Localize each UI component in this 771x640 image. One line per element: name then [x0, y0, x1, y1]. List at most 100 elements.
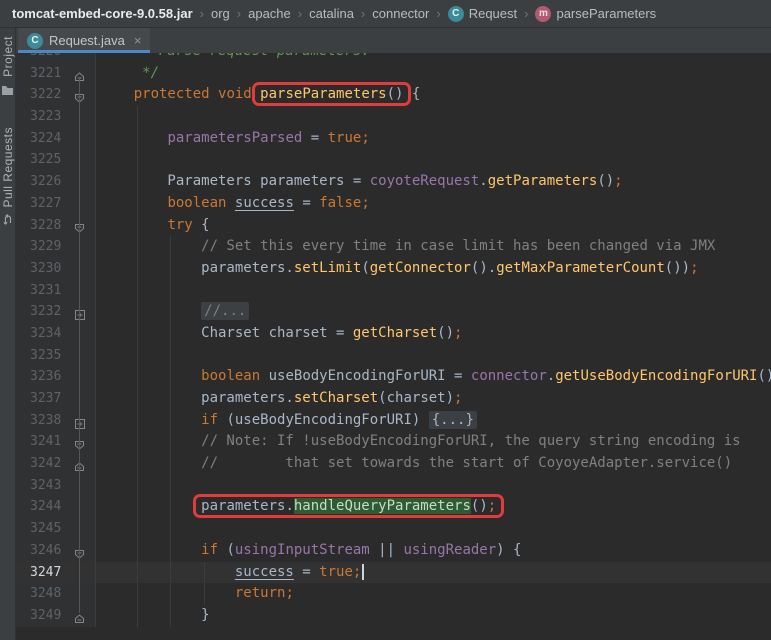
code-token: ;	[690, 259, 699, 276]
code-line-text[interactable]: success = true;	[96, 561, 771, 584]
code-line[interactable]: 3237 parameters.setCharset(charset);	[16, 388, 771, 410]
code-line[interactable]: 3228 try {	[16, 214, 771, 237]
line-number[interactable]: 3246	[16, 539, 68, 562]
line-number[interactable]: 3220	[16, 53, 68, 63]
code-line-text[interactable]: //...	[96, 301, 771, 323]
code-line-text[interactable]: return;	[96, 583, 771, 605]
code-line-text[interactable]: parametersParsed = true;	[96, 128, 771, 150]
code-line[interactable]: 3227 boolean success = false;	[16, 192, 771, 215]
breadcrumb: tomcat-embed-core-9.0.58.jar › org › apache ›…	[0, 0, 771, 28]
code-line[interactable]: 3230 parameters.setLimit(getConnector().…	[16, 257, 771, 280]
breadcrumb-item-parseparameters[interactable]: m parseParameters	[533, 5, 658, 22]
code-line[interactable]: 3231	[16, 279, 771, 302]
line-number[interactable]: 3242	[16, 453, 68, 475]
code-line-text[interactable]	[96, 345, 771, 367]
code-line-text[interactable]: boolean success = false;	[96, 193, 771, 215]
code-line[interactable]: 3222 protected void parseParameters() {	[16, 84, 771, 107]
code-line-text[interactable]: Charset charset = getCharset();	[96, 323, 771, 345]
code-line-text[interactable]: */	[96, 63, 771, 85]
code-line[interactable]: 3225	[16, 149, 771, 172]
breadcrumb-item-apache[interactable]: apache	[246, 6, 293, 21]
code-line-text[interactable]	[96, 280, 771, 302]
code-line[interactable]: 3223	[16, 106, 771, 128]
code-line[interactable]: 3249 }	[16, 604, 771, 627]
code-line-text[interactable]	[96, 106, 771, 128]
line-number[interactable]: 3223	[16, 106, 68, 128]
code-line[interactable]: 3243	[16, 474, 771, 497]
line-number[interactable]: 3234	[16, 322, 68, 345]
sidebar-item-project[interactable]: Project	[1, 36, 15, 101]
breadcrumb-item-org[interactable]: org	[209, 6, 232, 21]
line-number[interactable]: 3245	[16, 518, 68, 540]
code-line-text[interactable]: parameters.setCharset(charset);	[96, 388, 771, 410]
line-number[interactable]: 3247	[16, 561, 68, 584]
fold-end-icon[interactable]	[74, 610, 85, 632]
code-line-text[interactable]	[96, 149, 771, 171]
code-line[interactable]: 3221 */	[16, 62, 771, 85]
code-line-text[interactable]: boolean useBodyEncodingForURI = connecto…	[96, 366, 771, 388]
code-line[interactable]: 3229 // Set this every time in case limi…	[16, 236, 771, 258]
breadcrumb-item-request[interactable]: C Request	[446, 5, 519, 22]
code-line[interactable]: 3248 return;	[16, 583, 771, 605]
code-line[interactable]: 3220 * Parse request parameters.	[16, 53, 771, 63]
line-number[interactable]: 3244	[16, 496, 68, 519]
line-number[interactable]: 3227	[16, 192, 68, 215]
code-line[interactable]: 3242 // that set towards the start of Co…	[16, 453, 771, 475]
code-line-text[interactable]	[96, 475, 771, 497]
code-token: Charset charset =	[100, 324, 353, 341]
line-number[interactable]: 3235	[16, 344, 68, 367]
code-line-text[interactable]: parameters.setLimit(getConnector().getMa…	[96, 258, 771, 280]
breadcrumb-item-connector[interactable]: connector	[370, 6, 431, 21]
sidebar-item-pull-requests[interactable]: Pull Requests	[1, 127, 15, 232]
code-line-text[interactable]	[96, 518, 771, 540]
code-line-text[interactable]: * Parse request parameters.	[96, 53, 771, 63]
code-line-text[interactable]: // Note: If !useBodyEncodingForURI, the …	[96, 431, 771, 453]
code-line[interactable]: 3241 // Note: If !useBodyEncodingForURI,…	[16, 431, 771, 454]
line-number[interactable]: 3228	[16, 214, 68, 237]
line-number[interactable]: 3236	[16, 366, 68, 388]
line-number[interactable]: 3232	[16, 301, 68, 323]
line-number[interactable]: 3249	[16, 604, 68, 627]
line-number[interactable]: 3229	[16, 236, 68, 258]
line-number[interactable]: 3222	[16, 84, 68, 107]
line-number[interactable]: 3230	[16, 257, 68, 280]
code-line-text[interactable]: parameters.handleQueryParameters();	[96, 496, 771, 518]
breadcrumb-item-tomcat-embed-core-9-0-58-jar[interactable]: tomcat-embed-core-9.0.58.jar	[10, 6, 195, 21]
code-line[interactable]: 3247 success = true;	[16, 561, 771, 584]
code-line[interactable]: 3226 Parameters parameters = coyoteReque…	[16, 171, 771, 193]
line-number[interactable]: 3237	[16, 388, 68, 410]
code-line[interactable]: 3246 if (usingInputStream || usingReader…	[16, 539, 771, 562]
code-line-text[interactable]: }	[96, 605, 771, 627]
code-line[interactable]: 3238 if (useBodyEncodingForURI) {...}	[16, 409, 771, 432]
line-number[interactable]: 3226	[16, 171, 68, 193]
code-line[interactable]: 3245	[16, 518, 771, 540]
line-number[interactable]: 3221	[16, 62, 68, 85]
line-number[interactable]: 3238	[16, 409, 68, 432]
line-number[interactable]: 3224	[16, 127, 68, 150]
code-line[interactable]: 3244 parameters.handleQueryParameters();	[16, 496, 771, 519]
code-line[interactable]: 3235	[16, 344, 771, 367]
code-token: success	[234, 563, 294, 580]
code-line-text[interactable]: // that set towards the start of CoyoyeA…	[96, 453, 771, 475]
code-line-text[interactable]: protected void parseParameters() {	[96, 84, 771, 106]
code-line-text[interactable]: // Set this every time in case limit has…	[96, 236, 771, 258]
code-line-text[interactable]: Parameters parameters = coyoteRequest.ge…	[96, 171, 771, 193]
close-icon[interactable]: ×	[134, 33, 142, 48]
code-token: success	[234, 194, 294, 211]
code-token: setLimit	[293, 259, 362, 276]
line-number[interactable]: 3231	[16, 279, 68, 302]
code-line-text[interactable]: try {	[96, 215, 771, 237]
code-line[interactable]: 3224 parametersParsed = true;	[16, 127, 771, 150]
line-number[interactable]: 3225	[16, 149, 68, 172]
line-number[interactable]: 3243	[16, 474, 68, 497]
line-number[interactable]: 3241	[16, 431, 68, 454]
tab-request-java[interactable]: C Request.java ×	[18, 28, 151, 53]
code-line-text[interactable]: if (usingInputStream || usingReader) {	[96, 540, 771, 562]
code-line-text[interactable]: if (useBodyEncodingForURI) {...}	[96, 410, 771, 432]
breadcrumb-item-catalina[interactable]: catalina	[307, 6, 356, 21]
code-line[interactable]: 3236 boolean useBodyEncodingForURI = con…	[16, 366, 771, 388]
code-line[interactable]: 3234 Charset charset = getCharset();	[16, 322, 771, 345]
line-number[interactable]: 3248	[16, 583, 68, 605]
code-line[interactable]: 3232 //...	[16, 301, 771, 323]
code-editor[interactable]: 3220 * Parse request parameters.3221 */3…	[16, 53, 771, 640]
